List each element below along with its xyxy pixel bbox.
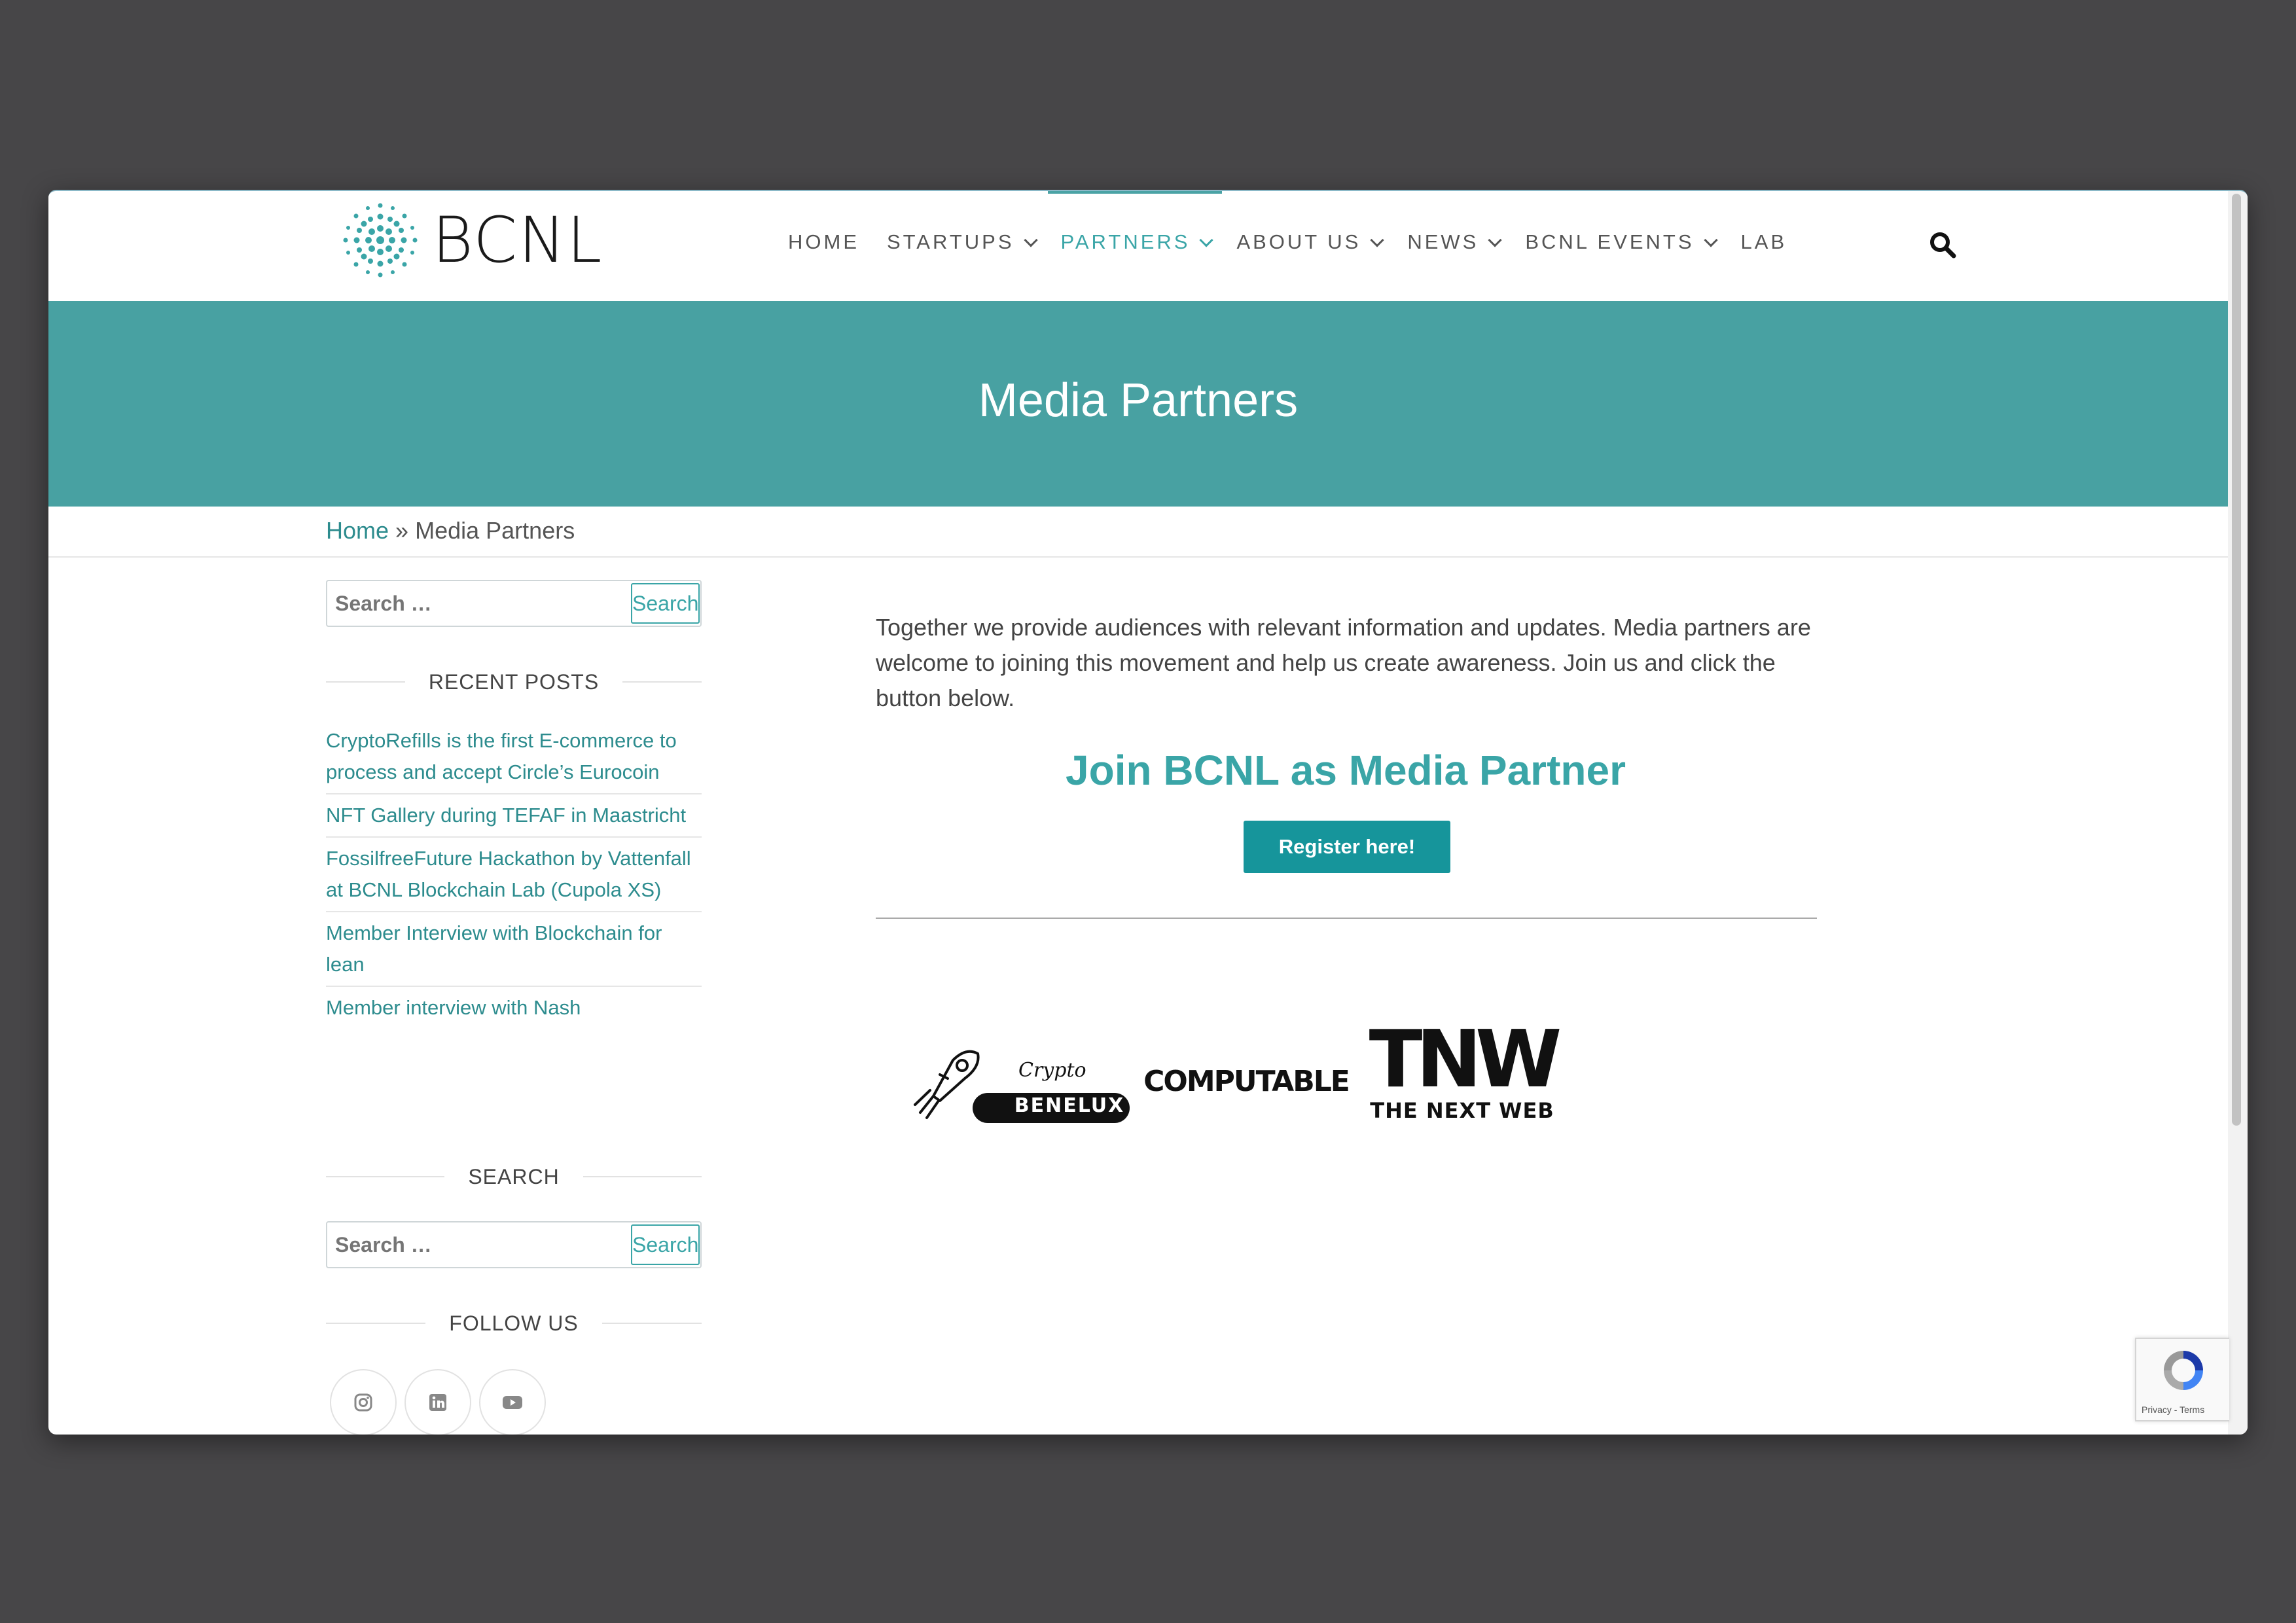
- crypto-benelux-line1: Crypto: [1018, 1059, 1086, 1082]
- nav-item-home[interactable]: HOME: [788, 209, 859, 275]
- follow-us-heading: FOLLOW US: [326, 1310, 702, 1336]
- crypto-benelux-logo[interactable]: Crypto BENELUX: [901, 1041, 1136, 1126]
- nav-label: BCNL EVENTS: [1525, 230, 1695, 253]
- linkedin-link[interactable]: [404, 1369, 471, 1435]
- nav-label: HOME: [788, 230, 859, 253]
- crypto-benelux-line2: BENELUX: [1014, 1094, 1125, 1117]
- breadcrumb: Home » Media Partners: [326, 517, 575, 544]
- recent-post-link[interactable]: FossilfreeFuture Hackathon by Vattenfall…: [326, 838, 702, 912]
- breadcrumb-separator: »: [395, 517, 409, 544]
- recent-post-link[interactable]: Member interview with Nash: [326, 987, 702, 1029]
- chevron-down-icon: [1023, 232, 1038, 247]
- instagram-link[interactable]: [330, 1369, 397, 1435]
- recaptcha-privacy-terms[interactable]: Privacy - Terms: [2142, 1404, 2204, 1415]
- breadcrumb-current: Media Partners: [415, 517, 575, 544]
- recent-posts-list: CryptoRefills is the first E-commerce to…: [326, 720, 702, 1029]
- logo-text: BCNL: [432, 204, 603, 277]
- recent-posts-heading: RECENT POSTS: [326, 669, 702, 695]
- youtube-link[interactable]: [479, 1369, 546, 1435]
- chevron-down-icon: [1488, 232, 1503, 247]
- computable-logo-text: COMPUTABLE: [1143, 1064, 1350, 1098]
- nav-label: LAB: [1740, 230, 1787, 253]
- nav-item-lab[interactable]: LAB: [1741, 209, 1787, 275]
- site-header: BCNL HOME STARTUPS PARTNERS ABOUT US NEW…: [48, 191, 2228, 301]
- sidebar-search-form-2: Search: [326, 1221, 702, 1268]
- main-nav: HOME STARTUPS PARTNERS ABOUT US NEWS BCN…: [788, 191, 1814, 275]
- tnw-logo-mark: TNW: [1369, 1014, 1562, 1105]
- divider: [48, 556, 2228, 558]
- recent-post-link[interactable]: CryptoRefills is the first E-commerce to…: [326, 720, 702, 794]
- join-heading: Join BCNL as Media Partner: [1066, 747, 1626, 794]
- tnw-logo[interactable]: TNW THE NEXT WEB: [1364, 1021, 1567, 1128]
- youtube-icon: [503, 1396, 522, 1409]
- recaptcha-badge[interactable]: Privacy - Terms: [2135, 1338, 2229, 1421]
- recent-post-link[interactable]: Member Interview with Blockchain for lea…: [326, 912, 702, 987]
- search-button[interactable]: Search: [631, 583, 700, 624]
- search-button[interactable]: Search: [631, 1224, 700, 1265]
- page-title: Media Partners: [978, 374, 1299, 427]
- recent-post-link[interactable]: NFT Gallery during TEFAF in Maastricht: [326, 794, 702, 838]
- chevron-down-icon: [1703, 232, 1718, 247]
- search-widget-heading: SEARCH: [326, 1164, 702, 1190]
- scrollbar-thumb[interactable]: [2232, 194, 2241, 1126]
- chevron-down-icon: [1370, 232, 1385, 247]
- intro-paragraph: Together we provide audiences with relev…: [876, 614, 1811, 711]
- nav-item-bcnl-events[interactable]: BCNL EVENTS: [1525, 209, 1718, 275]
- search-icon[interactable]: [1928, 230, 1957, 259]
- tnw-logo-subtitle: THE NEXT WEB: [1370, 1098, 1554, 1123]
- divider: [876, 918, 1817, 919]
- nav-label: ABOUT US: [1236, 230, 1361, 253]
- site-logo[interactable]: BCNL: [338, 198, 645, 283]
- bcnl-logo-icon: [343, 203, 418, 277]
- chevron-down-icon: [1199, 232, 1214, 247]
- linkedin-icon: [429, 1394, 446, 1411]
- nav-item-startups[interactable]: STARTUPS: [887, 209, 1038, 275]
- widget-title-text: SEARCH: [468, 1164, 560, 1188]
- widget-title-text: FOLLOW US: [449, 1311, 579, 1335]
- nav-label: NEWS: [1407, 230, 1479, 253]
- nav-item-about-us[interactable]: ABOUT US: [1236, 209, 1385, 275]
- widget-title-text: RECENT POSTS: [428, 669, 600, 694]
- nav-item-partners[interactable]: PARTNERS: [1047, 191, 1223, 275]
- search-input[interactable]: [327, 1222, 629, 1267]
- register-button[interactable]: Register here!: [1244, 821, 1450, 873]
- nav-label: STARTUPS: [887, 230, 1014, 253]
- browser-window: BCNL HOME STARTUPS PARTNERS ABOUT US NEW…: [48, 190, 2248, 1435]
- search-input[interactable]: [327, 581, 629, 626]
- sidebar-search-form: Search: [326, 580, 702, 627]
- recaptcha-icon: [2164, 1351, 2203, 1390]
- computable-logo[interactable]: COMPUTABLE: [1141, 1061, 1351, 1101]
- nav-label: PARTNERS: [1060, 230, 1191, 253]
- breadcrumb-home-link[interactable]: Home: [326, 517, 389, 544]
- page-hero-banner: Media Partners: [48, 301, 2228, 507]
- nav-item-news[interactable]: NEWS: [1407, 209, 1503, 275]
- instagram-icon: [354, 1393, 372, 1412]
